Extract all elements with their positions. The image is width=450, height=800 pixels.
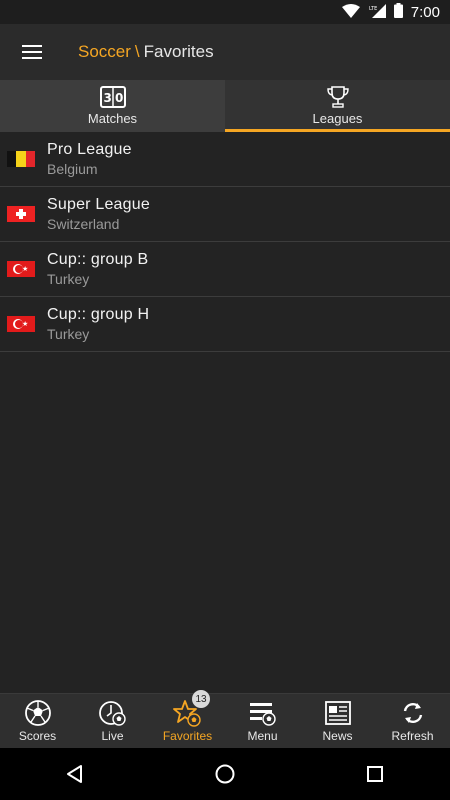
- nav-favorites-label: Favorites: [162, 729, 213, 743]
- lte-signal-icon: LTE: [368, 3, 386, 22]
- nav-refresh-button[interactable]: Refresh: [375, 694, 450, 748]
- tab-leagues-label: Leagues: [312, 111, 363, 126]
- league-row[interactable]: Pro League Belgium: [0, 132, 450, 187]
- hamburger-menu-button[interactable]: [0, 24, 64, 80]
- league-row[interactable]: ★ Cup:: group H Turkey: [0, 297, 450, 352]
- league-row[interactable]: ★ Cup:: group B Turkey: [0, 242, 450, 297]
- tab-matches-label: Matches: [87, 111, 138, 126]
- nav-scores-label: Scores: [18, 729, 57, 743]
- hamburger-icon: [22, 45, 42, 59]
- nav-news-button[interactable]: News: [300, 694, 375, 748]
- soccer-ball-icon: [24, 699, 52, 727]
- recents-button[interactable]: [345, 748, 405, 800]
- league-name: Cup:: group H: [47, 306, 150, 323]
- svg-text:0: 0: [115, 91, 123, 105]
- svg-text:3: 3: [103, 91, 111, 105]
- league-name: Cup:: group B: [47, 251, 149, 268]
- nav-news-label: News: [322, 729, 353, 743]
- league-row[interactable]: Super League Switzerland: [0, 187, 450, 242]
- menu-list-ball-icon: [248, 699, 278, 727]
- nav-refresh-label: Refresh: [391, 729, 434, 743]
- home-button[interactable]: [195, 748, 255, 800]
- live-clock-ball-icon: [98, 699, 128, 727]
- league-country: Switzerland: [47, 216, 120, 232]
- recents-square-icon: [367, 766, 383, 782]
- tab-matches[interactable]: 3 0 Matches: [0, 80, 225, 132]
- nav-menu-label: Menu: [247, 729, 278, 743]
- nav-live-button[interactable]: Live: [75, 694, 150, 748]
- status-time: 7:00: [410, 3, 440, 21]
- tab-leagues[interactable]: Leagues: [225, 80, 450, 132]
- switzerland-flag-icon: [7, 206, 35, 222]
- system-navigation-bar: [0, 748, 450, 800]
- app-bar: Soccer \ Favorites: [0, 24, 450, 80]
- league-name: Super League: [47, 196, 150, 213]
- belgium-flag-icon: [7, 151, 35, 167]
- svg-text:LTE: LTE: [369, 6, 377, 12]
- page-title: Soccer \ Favorites: [78, 42, 214, 62]
- turkey-flag-icon: ★: [7, 261, 35, 277]
- back-triangle-icon: [67, 765, 82, 783]
- title-section: Favorites: [143, 42, 214, 61]
- title-sport[interactable]: Soccer: [78, 42, 131, 61]
- nav-scores-button[interactable]: Scores: [0, 694, 75, 748]
- turkey-flag-icon: ★: [7, 316, 35, 332]
- title-separator: \: [134, 42, 140, 61]
- status-bar: LTE 7:00: [0, 0, 450, 24]
- tab-bar: 3 0 Matches Leagues: [0, 80, 450, 132]
- newspaper-icon: [324, 699, 352, 727]
- league-list: Pro League Belgium Super League Switzerl…: [0, 132, 450, 352]
- wifi-icon: [341, 3, 360, 22]
- nav-live-label: Live: [101, 729, 124, 743]
- scoreboard-icon: 3 0: [99, 85, 126, 109]
- nav-menu-button[interactable]: Menu: [225, 694, 300, 748]
- bottom-navigation: Scores Live 13 Favorites Menu News Refre…: [0, 690, 450, 748]
- back-button[interactable]: [45, 748, 105, 800]
- league-country: Turkey: [47, 271, 90, 287]
- league-country: Turkey: [47, 326, 90, 342]
- home-circle-icon: [215, 764, 235, 784]
- battery-icon: [393, 2, 403, 22]
- favorites-count-badge: 13: [192, 690, 210, 708]
- refresh-icon: [400, 699, 426, 727]
- trophy-icon: [326, 85, 350, 109]
- league-name: Pro League: [47, 141, 132, 158]
- nav-favorites-button[interactable]: 13 Favorites: [150, 690, 225, 748]
- league-country: Belgium: [47, 161, 98, 177]
